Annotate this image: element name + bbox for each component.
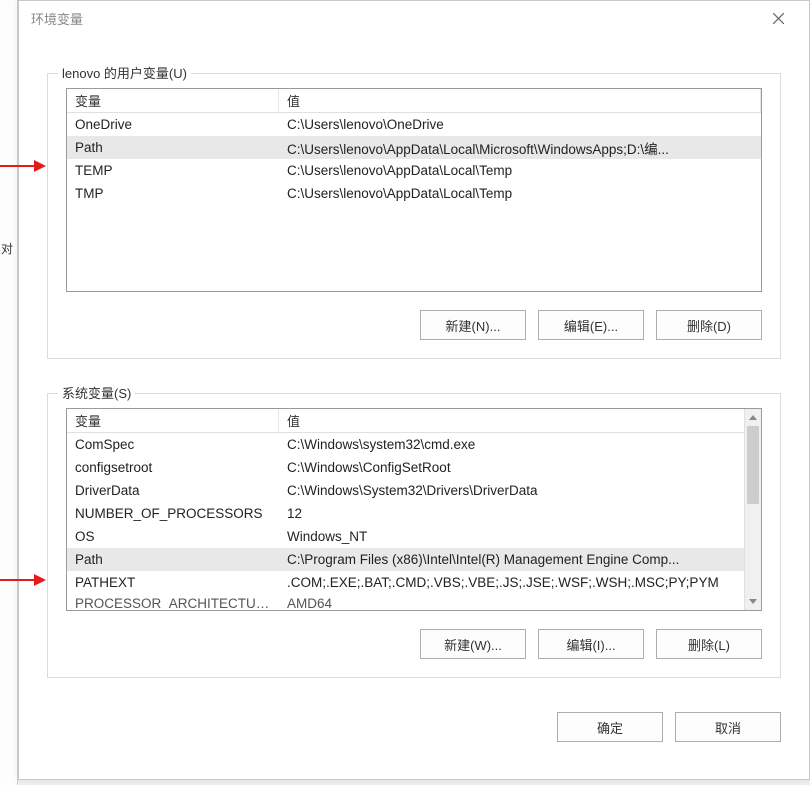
table-row[interactable]: OneDriveC:\Users\lenovo\OneDrive [67, 113, 761, 136]
close-button[interactable] [756, 3, 801, 33]
grid-body: OneDriveC:\Users\lenovo\OneDrivePathC:\U… [67, 113, 761, 205]
cell-value: C:\Windows\System32\Drivers\DriverData [279, 483, 761, 498]
cell-value: C:\Users\lenovo\AppData\Local\Temp [279, 163, 761, 178]
col-header-value[interactable]: 值 [279, 89, 761, 112]
cell-value: C:\Users\lenovo\AppData\Local\Temp [279, 186, 761, 201]
cell-value: Windows_NT [279, 529, 761, 544]
chevron-down-icon [749, 599, 757, 604]
group-label-text: lenovo 的用户变量(U) [62, 66, 187, 81]
system-delete-button[interactable]: 删除(L) [656, 629, 762, 659]
cell-variable: PATHEXT [67, 575, 279, 590]
user-delete-button[interactable]: 删除(D) [656, 310, 762, 340]
table-row[interactable]: PathC:\Program Files (x86)\Intel\Intel(R… [67, 548, 761, 571]
cell-variable: PROCESSOR_ARCHITECTURE [67, 596, 279, 611]
close-icon [773, 13, 784, 24]
env-var-dialog: 环境变量 lenovo 的用户变量(U) 变量 值 OneDriveC:\Use… [18, 0, 810, 780]
grid-body: ComSpecC:\Windows\system32\cmd.execonfig… [67, 433, 761, 611]
cell-variable: ComSpec [67, 437, 279, 452]
button-label: 编辑(E)... [564, 316, 618, 335]
cell-variable: DriverData [67, 483, 279, 498]
cell-variable: NUMBER_OF_PROCESSORS [67, 506, 279, 521]
user-vars-buttons: 新建(N)... 编辑(E)... 删除(D) [66, 310, 762, 340]
system-vars-group: 系统变量(S) 变量 值 ComSpecC:\Windows\system32\… [47, 393, 781, 678]
chevron-up-icon [749, 415, 757, 420]
table-row[interactable]: OSWindows_NT [67, 525, 761, 548]
system-vars-buttons: 新建(W)... 编辑(I)... 删除(L) [66, 629, 762, 659]
cell-value: C:\Users\lenovo\OneDrive [279, 117, 761, 132]
button-label: 删除(D) [687, 316, 731, 335]
cell-value: .COM;.EXE;.BAT;.CMD;.VBS;.VBE;.JS;.JSE;.… [279, 575, 761, 590]
ok-button[interactable]: 确定 [557, 712, 663, 742]
user-vars-grid[interactable]: 变量 值 OneDriveC:\Users\lenovo\OneDrivePat… [66, 88, 762, 292]
cancel-button[interactable]: 取消 [675, 712, 781, 742]
button-label: 取消 [715, 718, 741, 737]
scroll-track[interactable] [745, 426, 761, 593]
titlebar[interactable]: 环境变量 [19, 1, 809, 35]
cell-value: C:\Windows\ConfigSetRoot [279, 460, 761, 475]
window-title: 环境变量 [31, 9, 756, 28]
table-row[interactable]: PROCESSOR_ARCHITECTUREAMD64 [67, 594, 761, 611]
table-row[interactable]: PATHEXT.COM;.EXE;.BAT;.CMD;.VBS;.VBE;.JS… [67, 571, 761, 594]
system-new-button[interactable]: 新建(W)... [420, 629, 526, 659]
col-header-value[interactable]: 值 [279, 409, 761, 432]
system-vars-grid[interactable]: 变量 值 ComSpecC:\Windows\system32\cmd.exec… [66, 408, 762, 611]
system-edit-button[interactable]: 编辑(I)... [538, 629, 644, 659]
cell-value: C:\Users\lenovo\AppData\Local\Microsoft\… [279, 138, 761, 158]
user-vars-group: lenovo 的用户变量(U) 变量 值 OneDriveC:\Users\le… [47, 73, 781, 359]
cell-variable: Path [67, 140, 279, 155]
col-header-variable[interactable]: 变量 [67, 89, 279, 112]
table-row[interactable]: configsetrootC:\Windows\ConfigSetRoot [67, 456, 761, 479]
table-row[interactable]: PathC:\Users\lenovo\AppData\Local\Micros… [67, 136, 761, 159]
system-vars-label: 系统变量(S) [58, 383, 135, 402]
cell-variable: OS [67, 529, 279, 544]
col-header-variable[interactable]: 变量 [67, 409, 279, 432]
cell-value: AMD64 [279, 596, 761, 611]
button-label: 删除(L) [688, 635, 730, 654]
cell-variable: TMP [67, 186, 279, 201]
button-label: 新建(N)... [446, 316, 501, 335]
cell-variable: Path [67, 552, 279, 567]
scroll-thumb[interactable] [747, 426, 759, 504]
user-edit-button[interactable]: 编辑(E)... [538, 310, 644, 340]
partial-text: 对 [1, 240, 15, 257]
button-label: 编辑(I)... [566, 635, 615, 654]
cell-value: 12 [279, 506, 761, 521]
cell-variable: TEMP [67, 163, 279, 178]
cell-variable: configsetroot [67, 460, 279, 475]
group-label-text: 系统变量(S) [62, 386, 131, 401]
cell-value: C:\Windows\system32\cmd.exe [279, 437, 761, 452]
dialog-footer: 确定 取消 [19, 692, 809, 742]
cell-value: C:\Program Files (x86)\Intel\Intel(R) Ma… [279, 552, 761, 567]
scroll-down-button[interactable] [745, 593, 761, 610]
cell-variable: OneDrive [67, 117, 279, 132]
button-label: 新建(W)... [444, 635, 502, 654]
table-row[interactable]: DriverDataC:\Windows\System32\Drivers\Dr… [67, 479, 761, 502]
grid-header[interactable]: 变量 值 [67, 409, 761, 433]
table-row[interactable]: TEMPC:\Users\lenovo\AppData\Local\Temp [67, 159, 761, 182]
table-row[interactable]: TMPC:\Users\lenovo\AppData\Local\Temp [67, 182, 761, 205]
vertical-scrollbar[interactable] [744, 409, 761, 610]
table-row[interactable]: ComSpecC:\Windows\system32\cmd.exe [67, 433, 761, 456]
dialog-content: lenovo 的用户变量(U) 变量 值 OneDriveC:\Users\le… [19, 35, 809, 692]
grid-header[interactable]: 变量 值 [67, 89, 761, 113]
scroll-up-button[interactable] [745, 409, 761, 426]
user-vars-label: lenovo 的用户变量(U) [58, 63, 191, 82]
table-row[interactable]: NUMBER_OF_PROCESSORS12 [67, 502, 761, 525]
background-window-sliver: 对 [0, 0, 18, 785]
button-label: 确定 [597, 718, 623, 737]
user-new-button[interactable]: 新建(N)... [420, 310, 526, 340]
